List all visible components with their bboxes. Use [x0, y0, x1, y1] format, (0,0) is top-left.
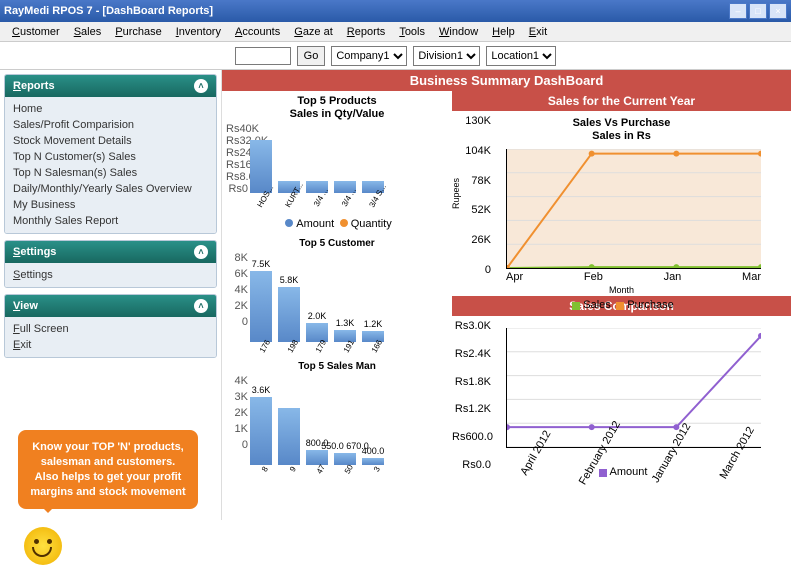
- reports-panel-header[interactable]: Reports ˄: [5, 75, 216, 97]
- reports-link-0[interactable]: Home: [13, 101, 208, 117]
- reports-link-7[interactable]: Monthly Sales Report: [13, 213, 208, 229]
- sidebar: Reports ˄ HomeSales/Profit ComparisionSt…: [0, 70, 222, 520]
- minimize-button[interactable]: –: [729, 3, 747, 19]
- top5-products-legend: Amount Quantity: [226, 218, 448, 230]
- view-link-0[interactable]: Full Screen: [13, 321, 208, 337]
- bar: 3.6K: [250, 397, 272, 465]
- view-link-1[interactable]: Exit: [13, 337, 208, 353]
- dashboard-right-column: Sales for the Current Year Sales Vs Purc…: [452, 91, 791, 516]
- menu-customer[interactable]: Customer: [6, 24, 66, 40]
- settings-link-0[interactable]: Settings: [13, 267, 208, 283]
- menu-exit[interactable]: Exit: [523, 24, 553, 40]
- bar: 5.8K: [278, 287, 300, 342]
- collapse-icon[interactable]: ˄: [194, 299, 208, 313]
- view-panel-header[interactable]: View ˄: [5, 295, 216, 317]
- menu-reports[interactable]: Reports: [341, 24, 392, 40]
- settings-panel: Settings ˄ Settings: [4, 240, 217, 288]
- sales-year-chart: Sales Vs PurchaseSales in Rs Rupees 130K…: [452, 111, 791, 296]
- menu-tools[interactable]: Tools: [393, 24, 431, 40]
- reports-panel: Reports ˄ HomeSales/Profit ComparisionSt…: [4, 74, 217, 234]
- sales-comparison-chart: Rs3.0KRs2.4KRs1.8KRs1.2KRs600.0Rs0.0 Apr…: [452, 316, 791, 491]
- reports-title: eports: [21, 80, 55, 92]
- collapse-icon[interactable]: ˄: [194, 79, 208, 93]
- go-button[interactable]: Go: [297, 46, 326, 66]
- menu-window[interactable]: Window: [433, 24, 484, 40]
- company-select[interactable]: Company1: [331, 46, 407, 66]
- search-input[interactable]: [235, 47, 291, 65]
- bar: [278, 408, 300, 465]
- titlebar: RayMedi RPOS 7 - [DashBoard Reports] – □…: [0, 0, 791, 22]
- maximize-button[interactable]: □: [749, 3, 767, 19]
- view-panel: View ˄ Full ScreenExit: [4, 294, 217, 358]
- reports-link-4[interactable]: Top N Salesman(s) Sales: [13, 165, 208, 181]
- reports-link-3[interactable]: Top N Customer(s) Sales: [13, 149, 208, 165]
- menu-inventory[interactable]: Inventory: [170, 24, 227, 40]
- top5-salesman-chart: Top 5 Sales Man Sales Value in Rs 4K3K2K…: [226, 361, 448, 476]
- collapse-icon[interactable]: ˄: [194, 245, 208, 259]
- reports-link-6[interactable]: My Business: [13, 197, 208, 213]
- location-select[interactable]: Location1: [486, 46, 556, 66]
- smiley-icon: [24, 527, 62, 565]
- menu-sales[interactable]: Sales: [68, 24, 108, 40]
- division-select[interactable]: Division1: [413, 46, 480, 66]
- settings-panel-header[interactable]: Settings ˄: [5, 241, 216, 263]
- callout-text: Know your TOP 'N' products, salesman and…: [18, 430, 198, 509]
- window-title: RayMedi RPOS 7 - [DashBoard Reports]: [4, 5, 213, 17]
- menu-accounts[interactable]: Accounts: [229, 24, 286, 40]
- main-content: Business Summary DashBoard Top 5 Product…: [222, 70, 791, 520]
- reports-link-1[interactable]: Sales/Profit Comparision: [13, 117, 208, 133]
- help-callout: Know your TOP 'N' products, salesman and…: [18, 430, 198, 565]
- dashboard-title: Business Summary DashBoard: [222, 70, 791, 91]
- top5-products-chart: Top 5 ProductsSales in Qty/Value Amount …: [226, 95, 448, 230]
- sales-year-legend: Sales Purchase: [462, 299, 781, 311]
- menu-gaze-at[interactable]: Gaze at: [288, 24, 339, 40]
- bar: 7.5K: [250, 271, 272, 342]
- menubar: CustomerSalesPurchaseInventoryAccountsGa…: [0, 22, 791, 42]
- filter-bar: Go Company1 Division1 Location1: [0, 42, 791, 70]
- sales-year-title: Sales for the Current Year: [452, 91, 791, 111]
- reports-link-2[interactable]: Stock Movement Details: [13, 133, 208, 149]
- reports-link-5[interactable]: Daily/Monthly/Yearly Sales Overview: [13, 181, 208, 197]
- close-button[interactable]: ×: [769, 3, 787, 19]
- menu-help[interactable]: Help: [486, 24, 521, 40]
- top5-customer-chart: Top 5 Customer Sales Value in Rs 8K6K4K2…: [226, 238, 448, 353]
- menu-purchase[interactable]: Purchase: [109, 24, 167, 40]
- dashboard-left-column: Top 5 ProductsSales in Qty/Value Amount …: [222, 91, 452, 516]
